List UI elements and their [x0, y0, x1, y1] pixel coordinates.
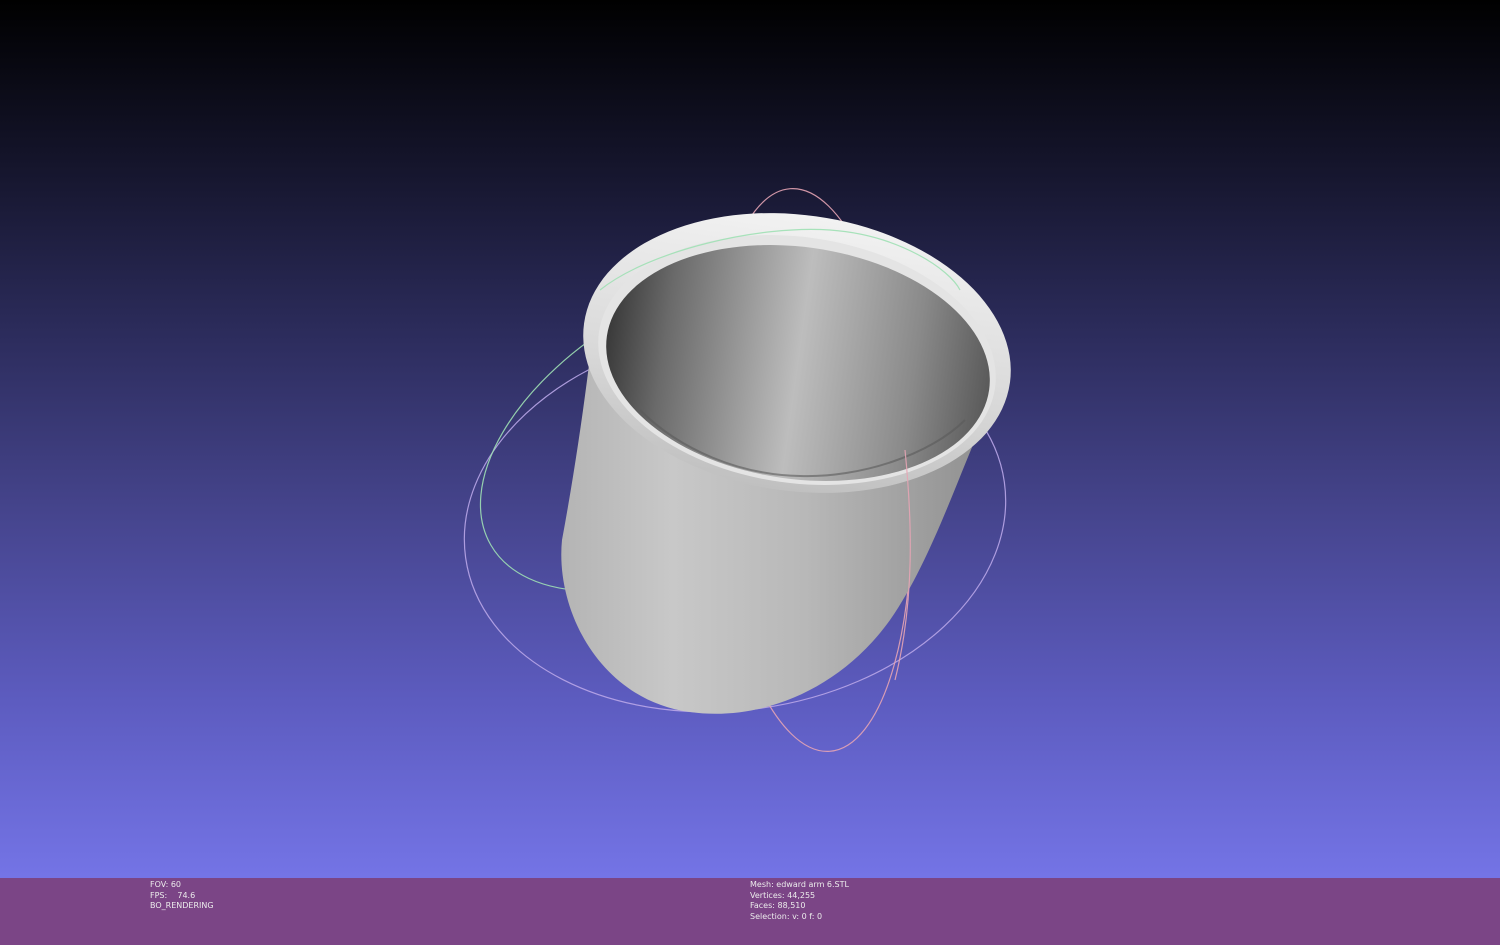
fov-readout: FOV: 60 [150, 880, 181, 889]
render-info-panel: FOV: 60 FPS: 74.6 BO_RENDERING [150, 880, 214, 912]
mesh-info-panel: Mesh: edward arm 6.STL Vertices: 44,255 … [750, 880, 849, 922]
fps-readout: FPS: 74.6 [150, 890, 196, 900]
faces-readout: Faces: 88,510 [750, 901, 806, 910]
status-info-bar: FOV: 60 FPS: 74.6 BO_RENDERING Mesh: edw… [0, 878, 1500, 945]
render-mode-readout: BO_RENDERING [150, 901, 214, 910]
3d-viewport[interactable] [0, 0, 1500, 878]
mesh-scene[interactable] [0, 0, 1500, 878]
mesh-name-readout: Mesh: edward arm 6.STL [750, 880, 849, 889]
selection-readout: Selection: v: 0 f: 0 [750, 911, 823, 921]
cup-mesh[interactable] [561, 186, 1029, 714]
vertices-readout: Vertices: 44,255 [750, 890, 816, 900]
